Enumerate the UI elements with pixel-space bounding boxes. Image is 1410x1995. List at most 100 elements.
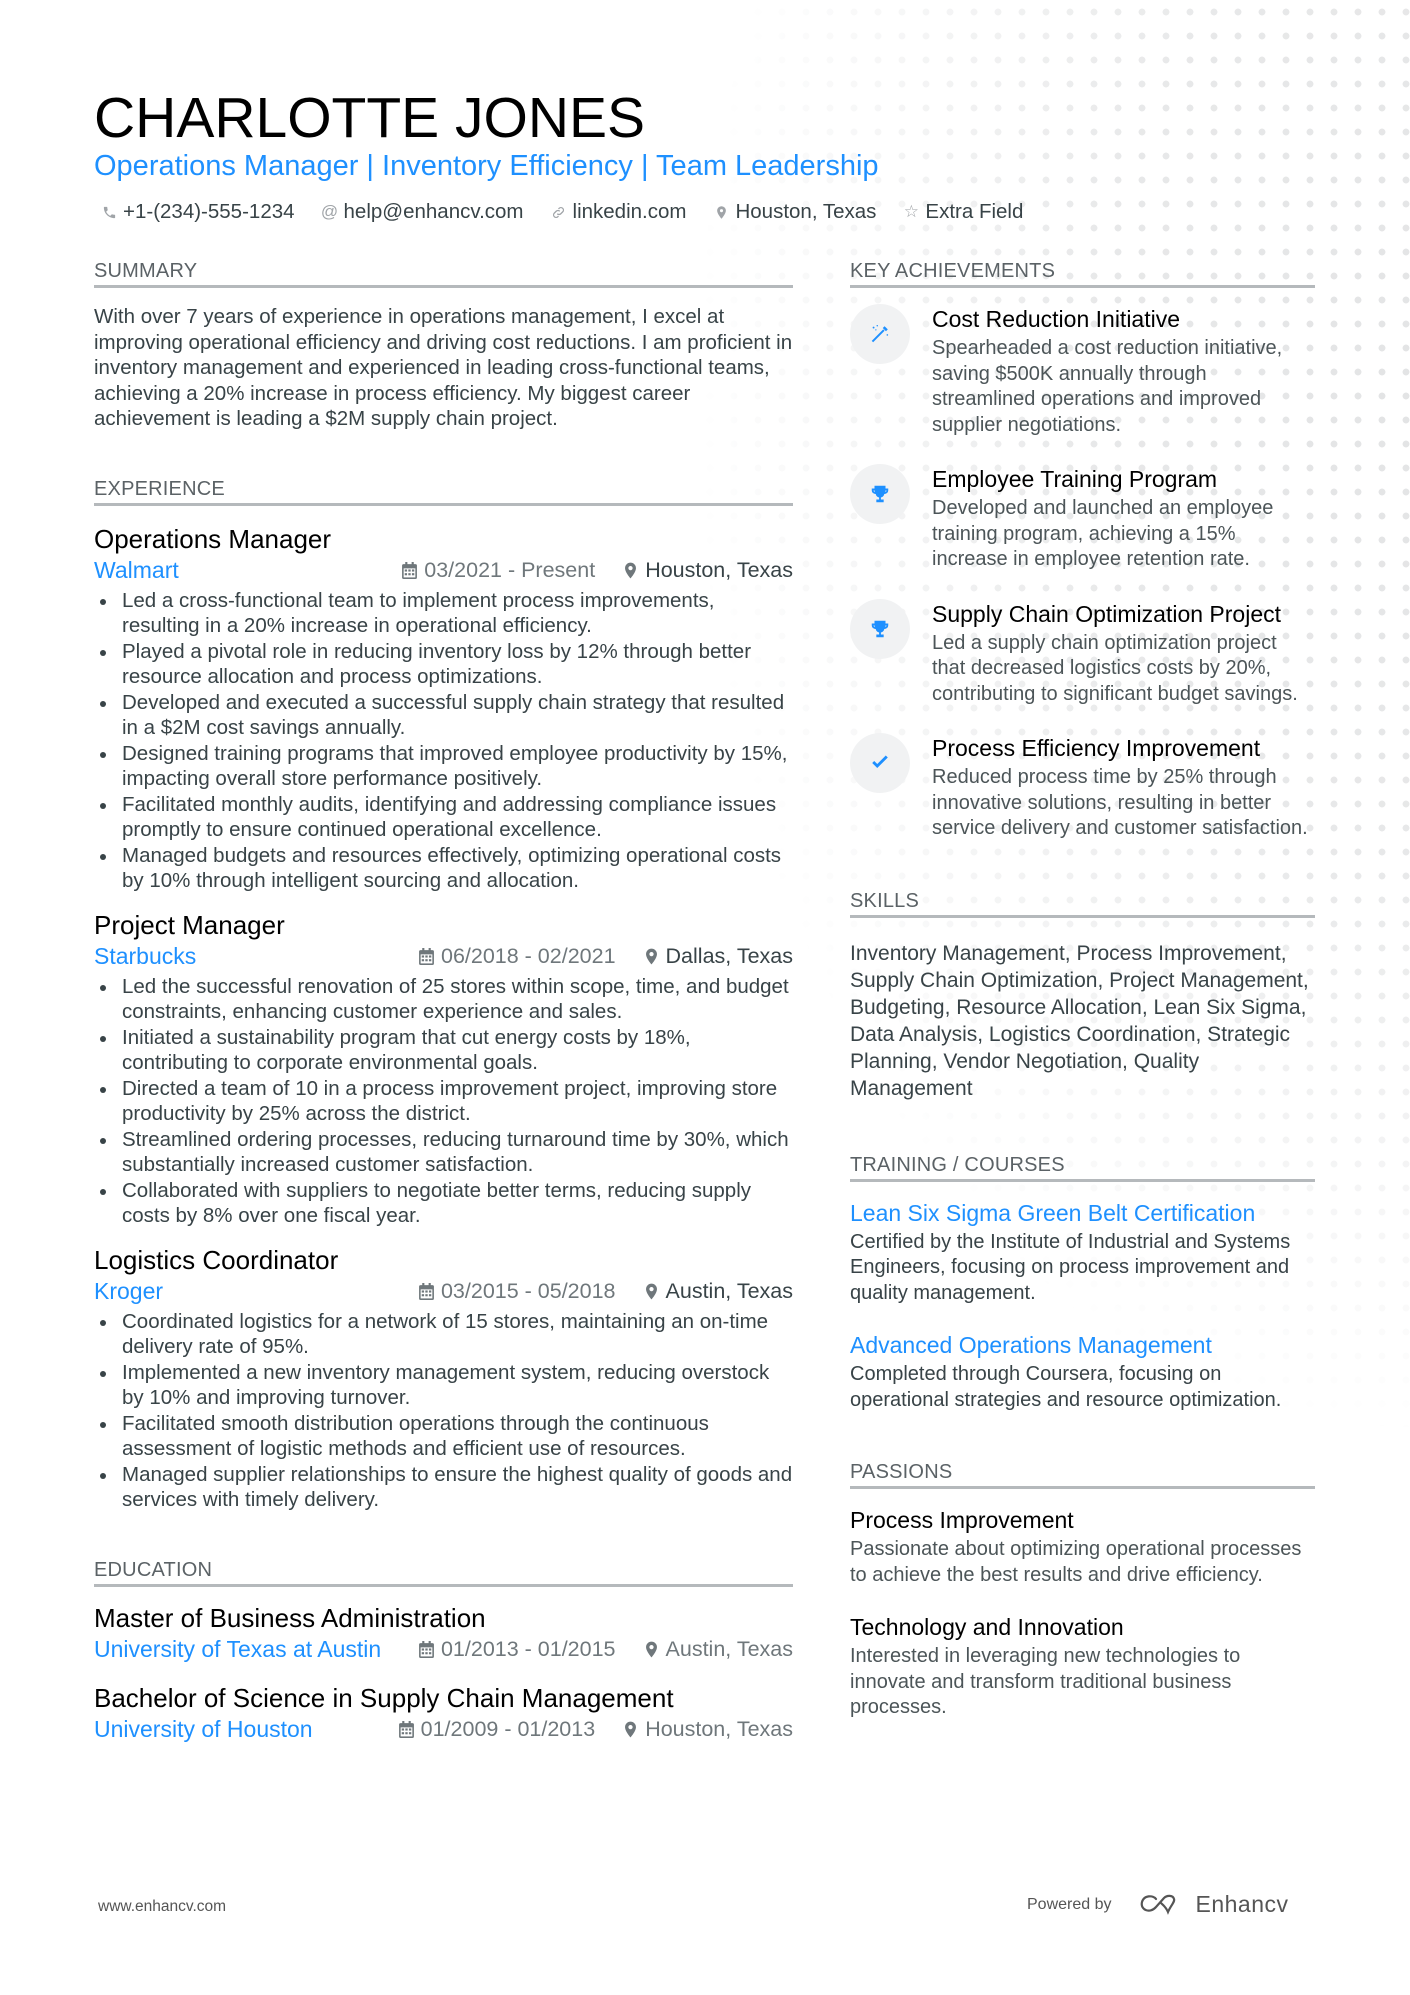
job-meta: Starbucks 06/2018 - 02/2021 Dallas, Texa…	[94, 942, 793, 972]
job-dates: 03/2015 - 05/2018	[419, 1279, 616, 1304]
achievement-desc: Reduced process time by 25% through inno…	[932, 766, 1308, 839]
checkmark-icon	[850, 733, 910, 793]
contact-location-text: Houston, Texas	[735, 200, 877, 223]
bullet-item: Facilitated smooth distribution operatio…	[94, 1411, 793, 1462]
training-heading: TRAINING / COURSES	[850, 1152, 1315, 1182]
job-title: Logistics Coordinator	[94, 1244, 339, 1275]
school-link[interactable]: University of Houston	[94, 1716, 371, 1743]
location-icon	[645, 948, 657, 965]
education-dates: 01/2009 - 01/2013	[398, 1717, 595, 1742]
achievement-title: Cost Reduction Initiative	[932, 306, 1181, 332]
achievement-desc: Developed and launched an employee train…	[932, 497, 1274, 570]
achievement-item: Process Efficiency Improvement Reduced p…	[850, 733, 1315, 842]
job-meta: Kroger 03/2015 - 05/2018 Austin, Texas	[94, 1277, 793, 1307]
location-icon	[645, 1641, 657, 1658]
contact-email[interactable]: @ help@enhancv.com	[321, 198, 524, 226]
magic-wand-icon	[850, 304, 910, 364]
achievement-desc: Spearheaded a cost reduction initiative,…	[932, 337, 1283, 436]
job-location-text: Houston, Texas	[645, 558, 793, 582]
education-dates-text: 01/2013 - 01/2015	[440, 1637, 616, 1661]
course-item: Advanced Operations Management Completed…	[850, 1330, 1315, 1413]
company-link[interactable]: Starbucks	[94, 943, 391, 970]
bullet-item: Designed training programs that improved…	[94, 741, 793, 792]
achievement-desc: Led a supply chain optimization project …	[932, 631, 1298, 705]
job-location-text: Dallas, Texas	[665, 944, 793, 968]
enhancv-logo[interactable]: Enhancv	[1138, 1891, 1289, 1918]
achievement-item: Supply Chain Optimization Project Led a …	[850, 598, 1315, 708]
at-icon: @	[320, 202, 339, 221]
contact-extra: ☆ Extra Field	[902, 198, 1024, 226]
phone-icon	[100, 205, 118, 220]
bullet-item: Initiated a sustainability program that …	[94, 1025, 793, 1076]
contact-linkedin[interactable]: linkedin.com	[550, 198, 686, 226]
footer-powered-by: Powered by Enhancv	[1027, 1891, 1289, 1918]
contact-phone-text: +1-(234)-555-1234	[123, 200, 295, 223]
contact-bar: +1-(234)-555-1234 @ help@enhancv.com lin…	[100, 198, 1023, 226]
experience-heading: EXPERIENCE	[94, 476, 793, 506]
contact-email-text: help@enhancv.com	[343, 200, 524, 223]
passion-item: Technology and Innovation Interested in …	[850, 1612, 1315, 1721]
summary-text: With over 7 years of experience in opera…	[94, 305, 793, 430]
job-dates-text: 03/2021 - Present	[424, 558, 596, 582]
trophy-icon	[850, 598, 910, 659]
passion-desc: Interested in leveraging new technologie…	[850, 1645, 1241, 1718]
calendar-icon	[419, 1283, 434, 1300]
bullet-item: Developed and executed a successful supp…	[94, 690, 793, 741]
job-location: Dallas, Texas	[644, 944, 793, 969]
education-meta: University of Houston 01/2009 - 01/2013 …	[94, 1715, 793, 1745]
calendar-icon	[419, 948, 434, 965]
course-title[interactable]: Lean Six Sigma Green Belt Certification	[850, 1198, 1315, 1228]
bullet-item: Managed budgets and resources effectivel…	[94, 843, 793, 894]
summary-heading: SUMMARY	[94, 258, 793, 288]
skills-heading: SKILLS	[850, 888, 1315, 918]
achievement-item: Employee Training Program Developed and …	[850, 464, 1315, 573]
company-link[interactable]: Kroger	[94, 1278, 391, 1305]
job-entry: Logistics Coordinator Kroger 03/2015 - 0…	[94, 1243, 793, 1513]
left-column: SUMMARY With over 7 years of experience …	[94, 258, 793, 1745]
job-dates: 03/2021 - Present	[402, 558, 595, 583]
education-heading: EDUCATION	[94, 1557, 793, 1587]
location-icon	[712, 205, 730, 220]
summary-section: SUMMARY With over 7 years of experience …	[94, 258, 793, 432]
passion-title: Technology and Innovation	[850, 1614, 1124, 1640]
bullet-item: Led the successful renovation of 25 stor…	[94, 974, 793, 1025]
contact-location: Houston, Texas	[712, 198, 876, 226]
passion-title: Process Improvement	[850, 1507, 1074, 1533]
degree-title: Bachelor of Science in Supply Chain Mana…	[94, 1682, 674, 1713]
achievements-section: KEY ACHIEVEMENTS Cost Reduction Initiati…	[850, 258, 1315, 842]
job-title: Operations Manager	[94, 523, 332, 554]
achievement-title: Employee Training Program	[932, 466, 1218, 492]
job-location-text: Austin, Texas	[665, 1279, 793, 1303]
course-title[interactable]: Advanced Operations Management	[850, 1330, 1315, 1360]
bullet-item: Managed supplier relationships to ensure…	[94, 1462, 793, 1513]
brand-name: Enhancv	[1195, 1891, 1289, 1917]
job-bullets: Led the successful renovation of 25 stor…	[94, 974, 793, 1229]
job-bullets: Coordinated logistics for a network of 1…	[94, 1309, 793, 1513]
course-desc: Completed through Coursera, focusing on …	[850, 1363, 1282, 1411]
contact-phone[interactable]: +1-(234)-555-1234	[100, 198, 295, 226]
job-location: Austin, Texas	[644, 1279, 793, 1304]
education-meta: University of Texas at Austin 01/2013 - …	[94, 1635, 793, 1665]
achievement-body: Cost Reduction Initiative Spearheaded a …	[932, 304, 1315, 438]
trophy-icon	[850, 464, 910, 524]
bullet-item: Facilitated monthly audits, identifying …	[94, 792, 793, 843]
training-section: TRAINING / COURSES Lean Six Sigma Green …	[850, 1152, 1315, 1414]
location-icon	[645, 1283, 657, 1300]
skills-list: Inventory Management, Process Improvemen…	[850, 941, 1309, 1100]
school-link[interactable]: University of Texas at Austin	[94, 1636, 391, 1663]
candidate-name: CHARLOTTE JONES	[94, 86, 646, 150]
link-icon	[550, 205, 568, 220]
education-location: Austin, Texas	[644, 1637, 793, 1662]
job-dates: 06/2018 - 02/2021	[419, 944, 616, 969]
degree-title: Master of Business Administration	[94, 1602, 486, 1633]
resume-page: CHARLOTTE JONES Operations Manager | Inv…	[0, 0, 1410, 1995]
course-desc: Certified by the Institute of Industrial…	[850, 1230, 1291, 1304]
footer-website-link[interactable]: www.enhancv.com	[98, 1898, 226, 1916]
bullet-item: Collaborated with suppliers to negotiate…	[94, 1178, 793, 1229]
enhancv-logo-icon	[1140, 1894, 1175, 1915]
bullet-item: Streamlined ordering processes, reducing…	[94, 1127, 793, 1178]
location-icon	[625, 562, 637, 579]
company-link[interactable]: Walmart	[94, 557, 374, 584]
job-meta: Walmart 03/2021 - Present Houston, Texas	[94, 556, 793, 586]
job-dates-text: 03/2015 - 05/2018	[440, 1279, 616, 1303]
